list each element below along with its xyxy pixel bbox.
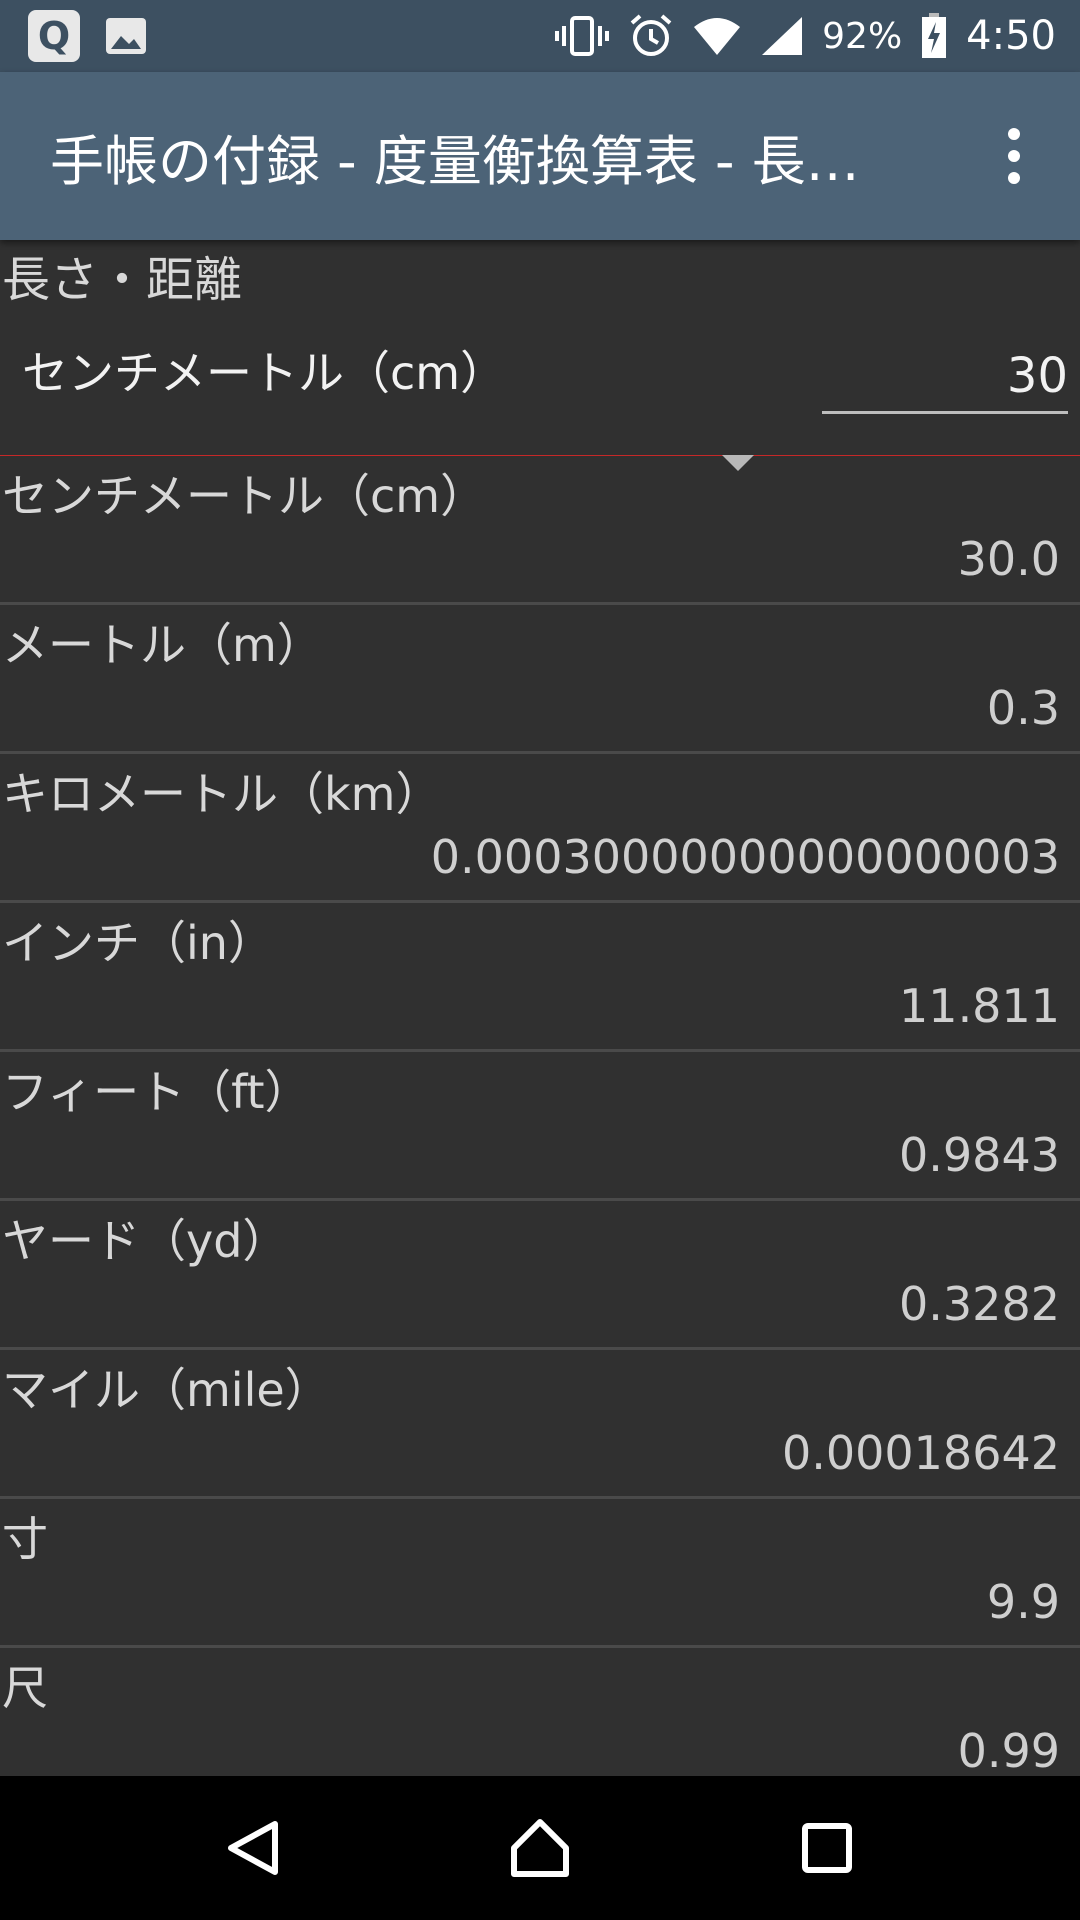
wifi-icon	[694, 18, 741, 55]
converted-value: 30.0	[957, 532, 1060, 586]
alarm-icon	[630, 14, 672, 56]
battery-percent: 92%	[822, 15, 903, 57]
converted-value: 0.3	[986, 681, 1060, 735]
list-item: 尺 0.99	[0, 1648, 1080, 1776]
list-item: フィート（ft） 0.9843	[0, 1052, 1080, 1201]
unit-label: ヤード（yd）	[2, 1214, 289, 1268]
unit-label: キロメートル（km）	[2, 767, 442, 821]
app-bar: 手帳の付録 - 度量衡換算表 - 長…	[0, 72, 1080, 240]
unit-spinner[interactable]: センチメートル（cm）	[22, 320, 762, 420]
recents-icon	[801, 1823, 852, 1873]
recents-button[interactable]	[779, 1800, 875, 1896]
q-app-icon: Q	[28, 10, 80, 62]
signal-icon	[762, 17, 803, 55]
more-vert-icon	[1008, 128, 1020, 140]
back-button[interactable]	[205, 1800, 301, 1896]
results-list: センチメートル（cm） 30.0 メートル（m） 0.3 キロメートル（km） 0.000…	[0, 456, 1080, 1776]
unit-label: メートル（m）	[2, 618, 323, 672]
clock: 4:50	[966, 13, 1056, 59]
navigation-bar	[0, 1776, 1080, 1920]
input-row: センチメートル（cm）	[0, 320, 1080, 471]
unit-label: マイル（mile）	[2, 1363, 331, 1417]
converted-value: 0.3282	[899, 1277, 1060, 1331]
home-button[interactable]	[492, 1800, 588, 1896]
overflow-menu-button[interactable]	[978, 108, 1050, 204]
unit-label: センチメートル（cm）	[2, 469, 487, 523]
converted-value: 11.811	[899, 979, 1060, 1033]
list-item: 寸 9.9	[0, 1499, 1080, 1648]
unit-spinner-label: センチメートル（cm）	[22, 346, 507, 400]
back-icon	[228, 1821, 279, 1875]
list-item: センチメートル（cm） 30.0	[0, 456, 1080, 605]
converted-value: 0.00030000000000000003	[430, 830, 1060, 884]
converted-value: 0.9843	[899, 1128, 1060, 1182]
converted-value: 0.00018642	[781, 1426, 1060, 1480]
value-input[interactable]	[822, 340, 1068, 414]
battery-charging-icon	[922, 13, 947, 58]
list-item: メートル（m） 0.3	[0, 605, 1080, 754]
list-item: マイル（mile） 0.00018642	[0, 1350, 1080, 1499]
status-bar: Q 92% 4:50	[0, 0, 1080, 72]
vibrate-icon	[555, 16, 610, 56]
unit-label: フィート（ft）	[2, 1065, 311, 1119]
converted-value: 9.9	[986, 1575, 1060, 1629]
converted-value: 0.99	[957, 1724, 1060, 1776]
category-title: 長さ・距離	[2, 252, 243, 308]
image-icon	[106, 18, 146, 54]
list-item: ヤード（yd） 0.3282	[0, 1201, 1080, 1350]
unit-label: 寸	[2, 1512, 48, 1566]
list-item: キロメートル（km） 0.00030000000000000003	[0, 754, 1080, 903]
page-title: 手帳の付録 - 度量衡換算表 - 長…	[50, 129, 860, 193]
unit-label: 尺	[2, 1661, 48, 1715]
list-item: インチ（in） 11.811	[0, 903, 1080, 1052]
unit-label: インチ（in）	[2, 916, 274, 970]
home-icon	[510, 1819, 569, 1877]
converter-content[interactable]: 長さ・距離 センチメートル（cm） センチメートル（cm） 30.0 メートル（m）…	[0, 240, 1080, 1776]
